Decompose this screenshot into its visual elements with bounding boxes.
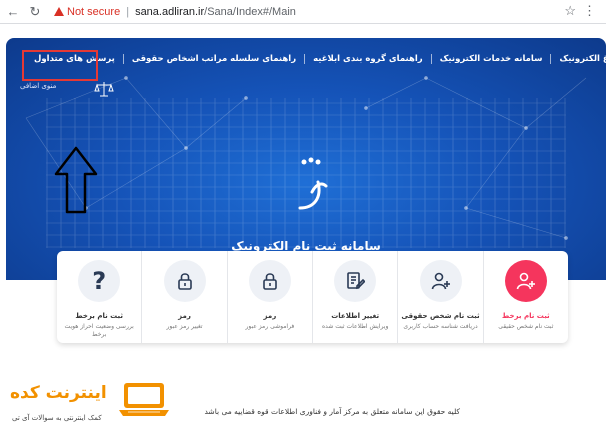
security-indicator[interactable]: Not secure — [54, 6, 120, 18]
card-desc: ویرایش اطلاعات ثبت شده — [322, 323, 389, 330]
card-title: رمز — [178, 312, 191, 320]
warning-icon — [54, 7, 64, 16]
nav-second-row[interactable]: منوی اضافی — [20, 82, 56, 90]
bookmark-star-icon[interactable]: ☆ — [564, 3, 576, 19]
back-icon[interactable]: ← — [4, 3, 22, 21]
lock-icon — [163, 260, 206, 302]
add-user-icon — [504, 260, 547, 302]
annotation-up-arrow — [54, 146, 98, 214]
card-title: ثبت نام برخط — [75, 312, 124, 320]
question-icon: ? — [78, 260, 121, 302]
footer-copyright: کلیه حقوق این سامانه متعلق به مرکز آمار … — [204, 407, 460, 416]
menu-kebab-icon[interactable]: ⋮ — [583, 3, 596, 19]
card-check-status[interactable]: ? ثبت نام برخط بررسی وضعیت احراز هویت بر… — [57, 251, 141, 343]
laptop-icon — [119, 383, 169, 416]
lock-icon — [248, 260, 291, 302]
reload-icon[interactable]: ↻ — [26, 3, 44, 21]
address-bar[interactable]: sana.adliran.ir/Sana/Index#/Main — [135, 6, 296, 18]
card-desc: بررسی وضعیت احراز هویت برخط — [64, 323, 134, 339]
nav-item-hierarchy-guide[interactable]: راهنمای سلسله مراتب اشخاص حقوقی — [122, 54, 304, 64]
watermark-subtitle: کمک اینترنتی به سوالات آی تی — [12, 414, 102, 422]
card-title: ثبت نام برخط — [502, 312, 550, 320]
card-title: تغییر اطلاعات — [331, 312, 380, 320]
justice-scales-icon — [94, 82, 114, 97]
card-desc: دریافت شناسه حساب کاربری — [403, 323, 478, 330]
card-forgot-password[interactable]: رمز فراموشی رمز عبور — [226, 251, 312, 343]
card-desc: ثبت نام شخص حقیقی — [498, 323, 554, 330]
edit-document-icon — [334, 260, 377, 302]
nav-item-notification-system[interactable]: سامانه ابلاغ الکترونیک — [550, 54, 606, 64]
card-legal-registration[interactable]: ثبت نام شخص حقوقی دریافت شناسه حساب کارب… — [397, 251, 482, 343]
watermark-logo-text: اینترنت کده — [10, 383, 108, 403]
faq-highlight-box — [22, 50, 98, 81]
url-host: sana.adliran.ir — [135, 5, 205, 18]
card-title: رمز — [263, 312, 277, 320]
add-user-icon — [419, 260, 462, 302]
nav-item-grouping-guide[interactable]: راهنمای گروه بندی ابلاغیه — [304, 54, 431, 64]
card-change-password[interactable]: رمز تغییر رمز عبور — [141, 251, 226, 343]
card-title: ثبت نام شخص حقوقی — [401, 312, 480, 320]
top-navigation: سامانه ابلاغ الکترونیک سامانه خدمات الکت… — [26, 54, 606, 64]
url-path: /Sana/Index#/Main — [204, 5, 296, 18]
security-label: Not secure — [67, 5, 121, 18]
card-online-registration[interactable]: ثبت نام برخط ثبت نام شخص حقیقی — [482, 251, 568, 343]
hero-banner: سامانه ابلاغ الکترونیک سامانه خدمات الکت… — [6, 38, 606, 280]
sana-logo — [298, 157, 328, 210]
card-desc: فراموشی رمز عبور — [245, 323, 295, 330]
browser-toolbar: ← ↻ Not secure | sana.adliran.ir/Sana/In… — [0, 0, 606, 24]
card-change-info[interactable]: تغییر اطلاعات ویرایش اطلاعات ثبت شده — [312, 251, 397, 343]
card-desc: تغییر رمز عبور — [166, 323, 203, 330]
nav-item-e-services[interactable]: سامانه خدمات الکترونیک — [430, 54, 551, 64]
url-separator: | — [126, 5, 130, 18]
service-cards: ثبت نام برخط ثبت نام شخص حقیقی ثبت نام ش… — [57, 251, 568, 343]
